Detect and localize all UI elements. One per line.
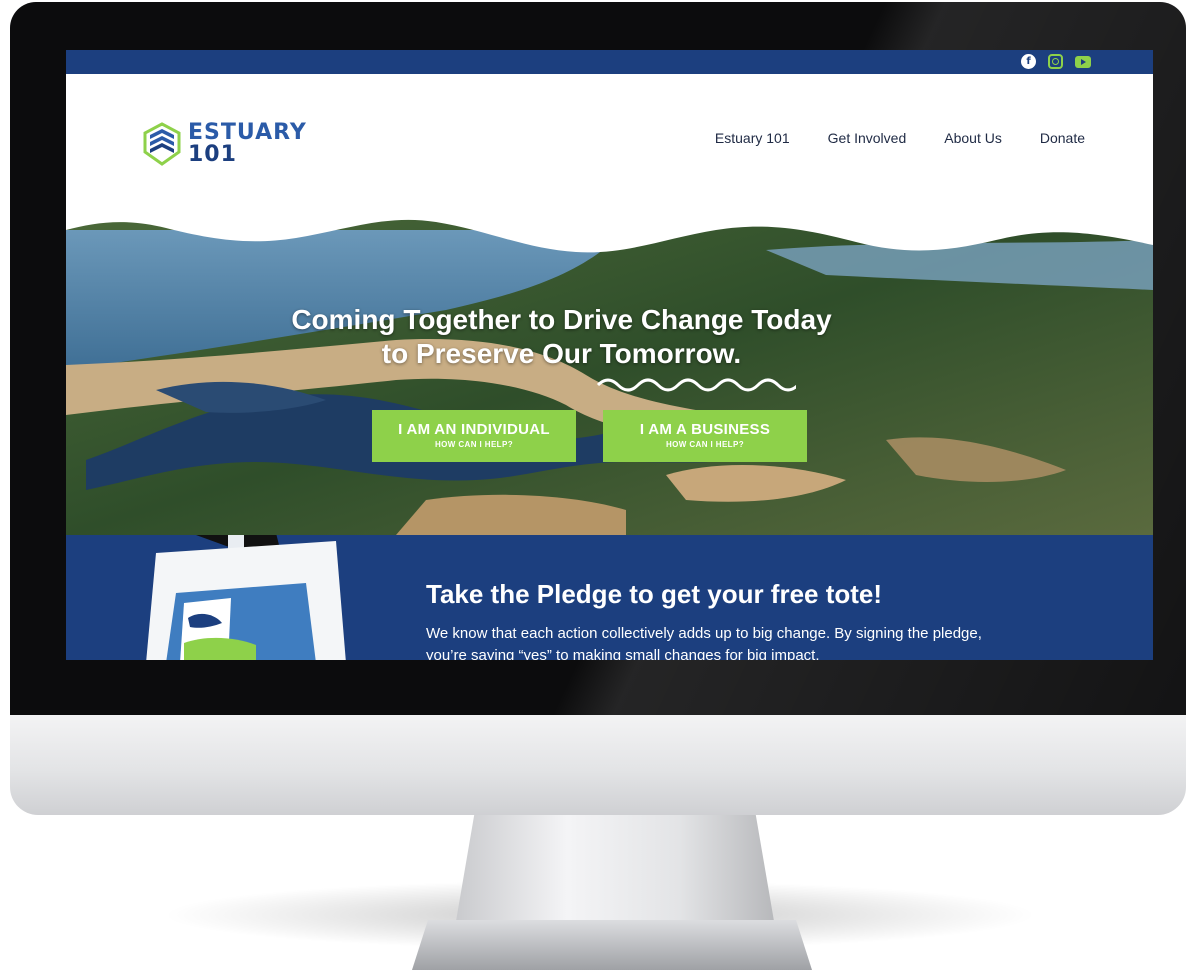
monitor-stand: [455, 815, 775, 927]
hero-title-line2: to Preserve Our Tomorrow.: [381, 338, 742, 369]
nav-item-about-us[interactable]: About Us: [944, 130, 1002, 146]
top-bar: f: [66, 50, 1153, 74]
instagram-icon[interactable]: [1048, 54, 1063, 69]
hero-title: Coming Together to Drive Change Today to…: [66, 303, 1057, 371]
nav-item-get-involved[interactable]: Get Involved: [828, 130, 907, 146]
business-cta-sublabel: HOW CAN I HELP?: [666, 440, 744, 449]
squiggle-decoration: [596, 378, 796, 392]
logo-text-101: 101: [188, 142, 237, 167]
individual-cta-label: I AM AN INDIVIDUAL: [398, 421, 550, 438]
website-screen: f ESTUARY 101 Estuary 101 Get Involved A…: [66, 50, 1153, 660]
youtube-icon[interactable]: [1075, 56, 1091, 68]
monitor-base: [412, 920, 812, 970]
logo-text-estuary: ESTUARY: [188, 120, 307, 145]
tote-bag-image: [146, 535, 346, 660]
nav-item-estuary-101[interactable]: Estuary 101: [715, 130, 790, 146]
individual-cta-button[interactable]: I AM AN INDIVIDUAL HOW CAN I HELP?: [372, 410, 576, 462]
monitor-chin: [10, 715, 1186, 815]
pledge-body: We know that each action collectively ad…: [426, 625, 982, 660]
hero-title-line1: Coming Together to Drive Change Today: [291, 304, 832, 335]
pledge-title: Take the Pledge to get your free tote!: [426, 579, 883, 609]
facebook-icon[interactable]: f: [1021, 54, 1036, 69]
main-nav: Estuary 101 Get Involved About Us Donate: [715, 130, 1085, 146]
business-cta-label: I AM A BUSINESS: [639, 421, 771, 438]
site-logo[interactable]: ESTUARY 101: [142, 122, 307, 166]
estuary-shield-icon: [143, 122, 181, 166]
hero-section: Coming Together to Drive Change Today to…: [66, 200, 1153, 535]
social-links: f: [1021, 54, 1091, 69]
business-cta-button[interactable]: I AM A BUSINESS HOW CAN I HELP?: [603, 410, 807, 462]
individual-cta-sublabel: HOW CAN I HELP?: [435, 440, 513, 449]
pledge-section: Take the Pledge to get your free tote! W…: [66, 535, 1153, 660]
nav-item-donate[interactable]: Donate: [1040, 130, 1085, 146]
